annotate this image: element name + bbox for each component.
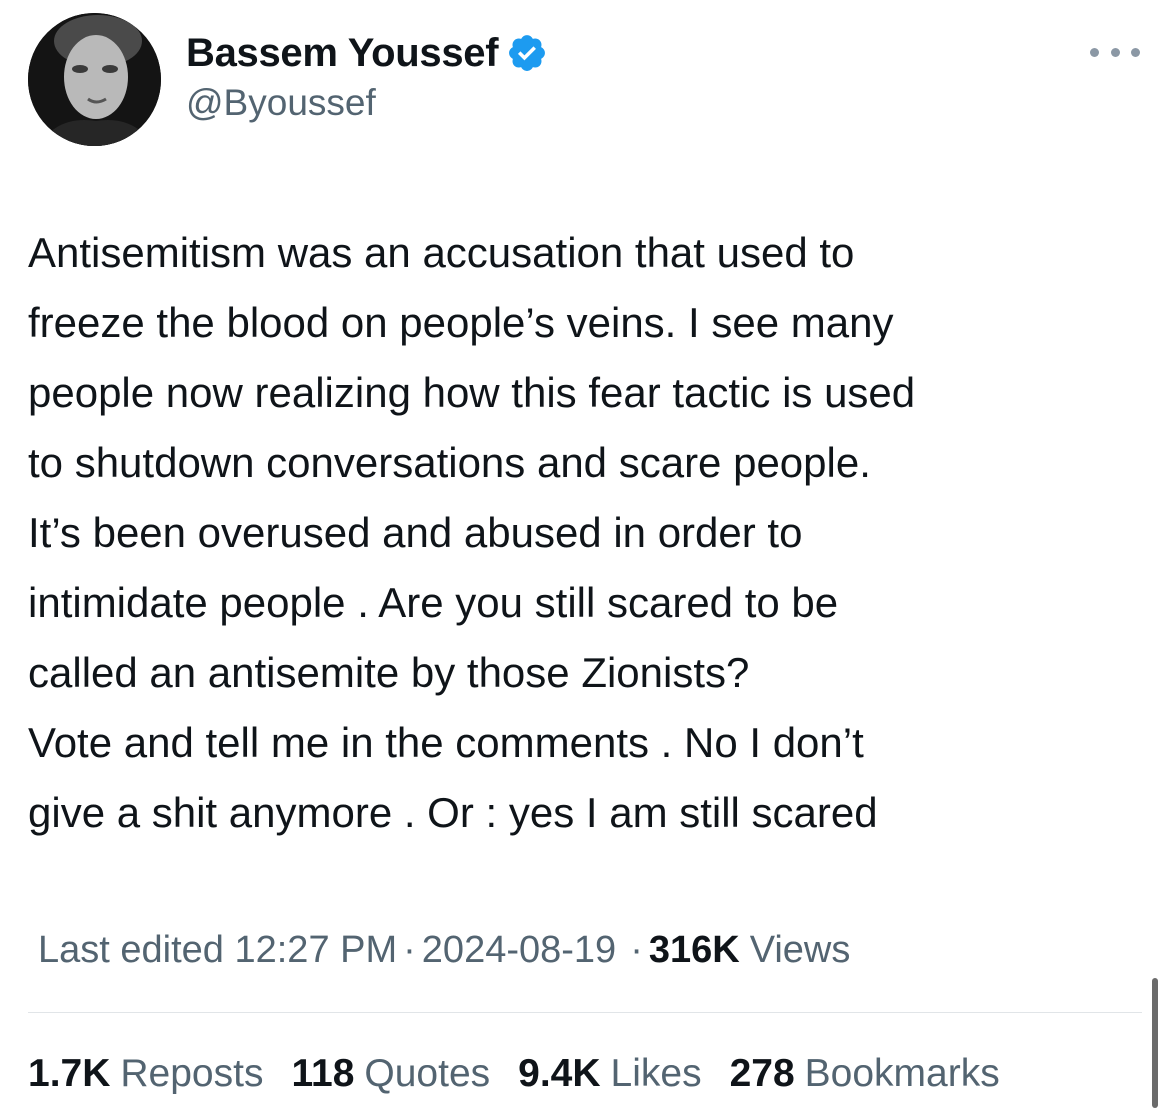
tweet-date[interactable]: 2024-08-19 bbox=[422, 929, 616, 972]
stat-reposts[interactable]: 1.7K Reposts bbox=[28, 1052, 263, 1096]
stat-label: Reposts bbox=[120, 1052, 264, 1095]
tweet-text-line: Vote and tell me in the comments . No I … bbox=[28, 719, 864, 766]
tweet-text: Antisemitism was an accusation that used… bbox=[28, 218, 1138, 848]
divider bbox=[28, 1012, 1142, 1013]
more-dot bbox=[1090, 47, 1099, 57]
meta-separator: · bbox=[630, 928, 643, 971]
engagement-stats: 1.7K Reposts 118 Quotes 9.4K Likes 278 B… bbox=[28, 1046, 1000, 1102]
tweet-meta: Last edited 12:27 PM · 2024-08-19 · 316K… bbox=[38, 922, 850, 978]
tweet-text-line: to shutdown conversations and scare peop… bbox=[28, 439, 871, 486]
more-options-icon[interactable] bbox=[1090, 40, 1140, 64]
tweet-time[interactable]: 12:27 PM bbox=[234, 929, 397, 972]
tweet-text-line: people now realizing how this fear tacti… bbox=[28, 369, 916, 416]
more-dot bbox=[1110, 47, 1120, 57]
avatar[interactable] bbox=[28, 13, 161, 146]
stat-count: 118 bbox=[291, 1052, 355, 1095]
tweet-text-line: It’s been overused and abused in order t… bbox=[28, 509, 803, 556]
stat-label: Likes bbox=[610, 1052, 702, 1095]
verified-badge-icon bbox=[506, 32, 548, 74]
author-handle[interactable]: @Byoussef bbox=[186, 82, 376, 124]
author-name-row: Bassem Youssef bbox=[186, 28, 548, 78]
tweet-text-line: intimidate people . Are you still scared… bbox=[28, 579, 839, 626]
stat-bookmarks[interactable]: 278 Bookmarks bbox=[730, 1052, 1000, 1096]
tweet-text-line: Antisemitism was an accusation that used… bbox=[28, 229, 855, 276]
tweet-text-line: give a shit anymore . Or : yes I am stil… bbox=[28, 789, 878, 836]
stat-label: Bookmarks bbox=[804, 1052, 1000, 1095]
more-dot bbox=[1131, 47, 1140, 57]
edited-label[interactable]: Last edited bbox=[38, 929, 224, 972]
stat-likes[interactable]: 9.4K Likes bbox=[518, 1052, 701, 1096]
stat-label: Quotes bbox=[364, 1052, 491, 1095]
stat-count: 1.7K bbox=[28, 1052, 111, 1095]
author-display-name[interactable]: Bassem Youssef bbox=[186, 31, 499, 76]
scrollbar[interactable] bbox=[1152, 978, 1158, 1108]
views-count: 316K bbox=[648, 928, 740, 971]
stat-quotes[interactable]: 118 Quotes bbox=[291, 1052, 490, 1096]
stat-count: 9.4K bbox=[518, 1052, 601, 1095]
tweet-text-line: freeze the blood on people’s veins. I se… bbox=[28, 299, 894, 346]
profile-photo-icon bbox=[28, 13, 161, 146]
tweet-header: Bassem Youssef @Byoussef bbox=[0, 0, 1170, 170]
tweet-text-line: called an antisemite by those Zionists? bbox=[28, 649, 750, 696]
stat-count: 278 bbox=[729, 1052, 795, 1095]
meta-separator: · bbox=[403, 928, 416, 971]
views-label: Views bbox=[749, 928, 851, 971]
